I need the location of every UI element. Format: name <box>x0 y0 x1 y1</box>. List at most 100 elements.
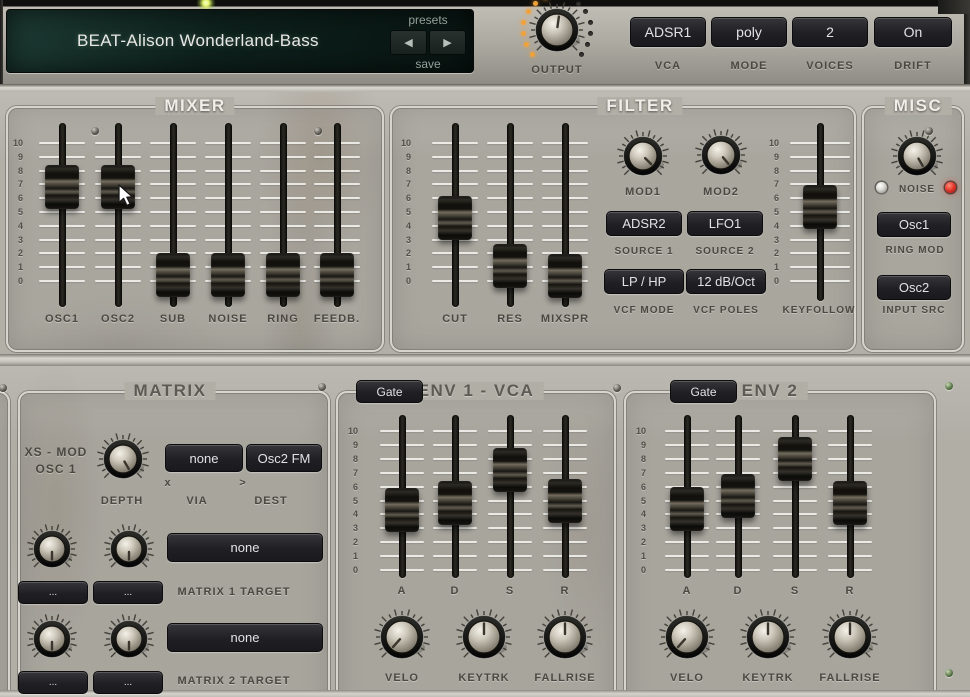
mod1-knob[interactable] <box>616 129 670 183</box>
mixer-slider-osc2-track[interactable] <box>115 123 122 307</box>
mixer-slider-osc1-track[interactable] <box>59 123 66 307</box>
preset-display: BEAT-Alison Wonderland-Bass presets ◀ ▶ … <box>6 9 474 73</box>
matrix-1-slot-b-button[interactable]: ... <box>93 581 163 604</box>
red-led <box>945 182 956 193</box>
keyfollow-scale-8: 8 <box>759 166 779 176</box>
mixer-scale-3: 3 <box>3 235 23 245</box>
matrix-1-target-selector[interactable]: none <box>167 533 323 562</box>
mixer-slider-noise-handle[interactable] <box>211 253 245 297</box>
preset-next-button[interactable]: ▶ <box>429 30 466 55</box>
mixer-slider-osc1-handle[interactable] <box>45 165 79 209</box>
filter-slider-res-handle[interactable] <box>493 244 527 288</box>
env2-scale-10: 10 <box>626 426 646 436</box>
matrix-2-target-selector[interactable]: none <box>167 623 323 652</box>
mixer-slider-sub-handle[interactable] <box>156 253 190 297</box>
ring-mod-selector[interactable]: Osc1 <box>877 212 951 237</box>
env1-keytrk-knob[interactable] <box>455 608 513 666</box>
voices-selector[interactable]: 2 <box>792 17 868 47</box>
env1-scale-10: 10 <box>338 426 358 436</box>
matrix-2-knob-a[interactable] <box>26 613 78 665</box>
env1-scale-3: 3 <box>338 523 358 533</box>
env1-slider-d-handle[interactable] <box>438 481 472 525</box>
env2-keytrk-knob[interactable] <box>739 608 797 666</box>
env1-slider-a-handle[interactable] <box>385 488 419 532</box>
source2-selector[interactable]: LFO1 <box>687 211 763 236</box>
env1-scale-5: 5 <box>338 496 358 506</box>
env1-gate-button[interactable]: Gate <box>356 380 423 403</box>
env2-slider-a-handle[interactable] <box>670 487 704 531</box>
env1-scale-7: 7 <box>338 468 358 478</box>
filter-scale-3: 3 <box>391 235 411 245</box>
white-led <box>876 182 887 193</box>
window-left-edge <box>0 0 3 84</box>
matrix-2-slot-b-button[interactable]: ... <box>93 671 163 694</box>
filter-slider-mixspr-handle[interactable] <box>548 254 582 298</box>
screw <box>613 384 621 392</box>
keyfollow-slider-handle[interactable] <box>803 185 837 229</box>
env1-scale-0: 0 <box>338 565 358 575</box>
env2-fallrise-knob[interactable] <box>821 608 879 666</box>
env2-slider-r-handle[interactable] <box>833 481 867 525</box>
matrix-1-slot-a-button[interactable]: ... <box>18 581 88 604</box>
left-edge-panel <box>0 391 10 697</box>
divider-middle <box>0 354 970 366</box>
save-button[interactable]: save <box>415 57 440 71</box>
env2-velo-knob[interactable] <box>658 608 716 666</box>
output-knob[interactable] <box>528 1 586 59</box>
keyfollow-scale-10: 10 <box>759 138 779 148</box>
drift-label: DRIFT <box>843 58 970 74</box>
mixer-slider-feedb-handle[interactable] <box>320 253 354 297</box>
env2-slider-d-handle[interactable] <box>721 474 755 518</box>
env1-scale-2: 2 <box>338 537 358 547</box>
preset-controls: presets ◀ ▶ save <box>388 13 468 71</box>
misc-title: MISC <box>885 97 952 115</box>
env1-fallrise-label: FALLRISE <box>495 670 635 686</box>
env2-slider-s-handle[interactable] <box>778 437 812 481</box>
green-screw <box>945 669 953 677</box>
env1-label-r: R <box>495 583 635 599</box>
mouse-cursor <box>118 184 138 208</box>
mode-selector[interactable]: poly <box>711 17 787 47</box>
mod2-knob[interactable] <box>694 128 748 182</box>
presets-label: presets <box>408 13 447 27</box>
env2-scale-1: 1 <box>626 551 646 561</box>
matrix-2-knob-b[interactable] <box>103 613 155 665</box>
input-src-selector[interactable]: Osc2 <box>877 275 951 300</box>
filter-slider-cut-handle[interactable] <box>438 196 472 240</box>
env1-slider-s-handle[interactable] <box>493 448 527 492</box>
matrix-via-selector[interactable]: none <box>165 444 243 472</box>
matrix-1-knob-a[interactable] <box>26 523 78 575</box>
env1-scale-9: 9 <box>338 440 358 450</box>
vcf-poles-selector[interactable]: 12 dB/Oct <box>686 269 766 294</box>
noise-knob[interactable] <box>890 129 944 183</box>
filter-scale-9: 9 <box>391 152 411 162</box>
keyfollow-scale-2: 2 <box>759 248 779 258</box>
drift-selector[interactable]: On <box>874 17 952 47</box>
mixer-scale-5: 5 <box>3 207 23 217</box>
matrix-1-knob-b[interactable] <box>103 523 155 575</box>
mixer-scale-1: 1 <box>3 262 23 272</box>
env2-gate-button[interactable]: Gate <box>670 380 737 403</box>
env1-velo-knob[interactable] <box>373 608 431 666</box>
vca-selector[interactable]: ADSR1 <box>630 17 706 47</box>
filter-scale-6: 6 <box>391 193 411 203</box>
depth-knob[interactable] <box>96 432 150 486</box>
env1-slider-r-handle[interactable] <box>548 479 582 523</box>
mixer-title: MIXER <box>155 97 234 115</box>
env2-scale-8: 8 <box>626 454 646 464</box>
source1-selector[interactable]: ADSR2 <box>606 211 682 236</box>
env2-label-r: R <box>780 583 920 599</box>
vcf-mode-selector[interactable]: LP / HP <box>604 269 684 294</box>
env1-slider-s-track[interactable] <box>507 415 514 578</box>
output-led-unlit <box>588 20 593 25</box>
matrix-2-slot-a-button[interactable]: ... <box>18 671 88 694</box>
mixer-scale-6: 6 <box>3 193 23 203</box>
preset-prev-button[interactable]: ◀ <box>390 30 427 55</box>
input-src-label: INPUT SRC <box>844 303 970 319</box>
filter-title: FILTER <box>597 97 682 115</box>
matrix-dest-selector[interactable]: Osc2 FM <box>246 444 322 472</box>
env1-fallrise-knob[interactable] <box>536 608 594 666</box>
keyfollow-scale-7: 7 <box>759 179 779 189</box>
mixer-slider-ring-handle[interactable] <box>266 253 300 297</box>
synth-plugin-window: BEAT-Alison Wonderland-Bass presets ◀ ▶ … <box>0 0 970 697</box>
